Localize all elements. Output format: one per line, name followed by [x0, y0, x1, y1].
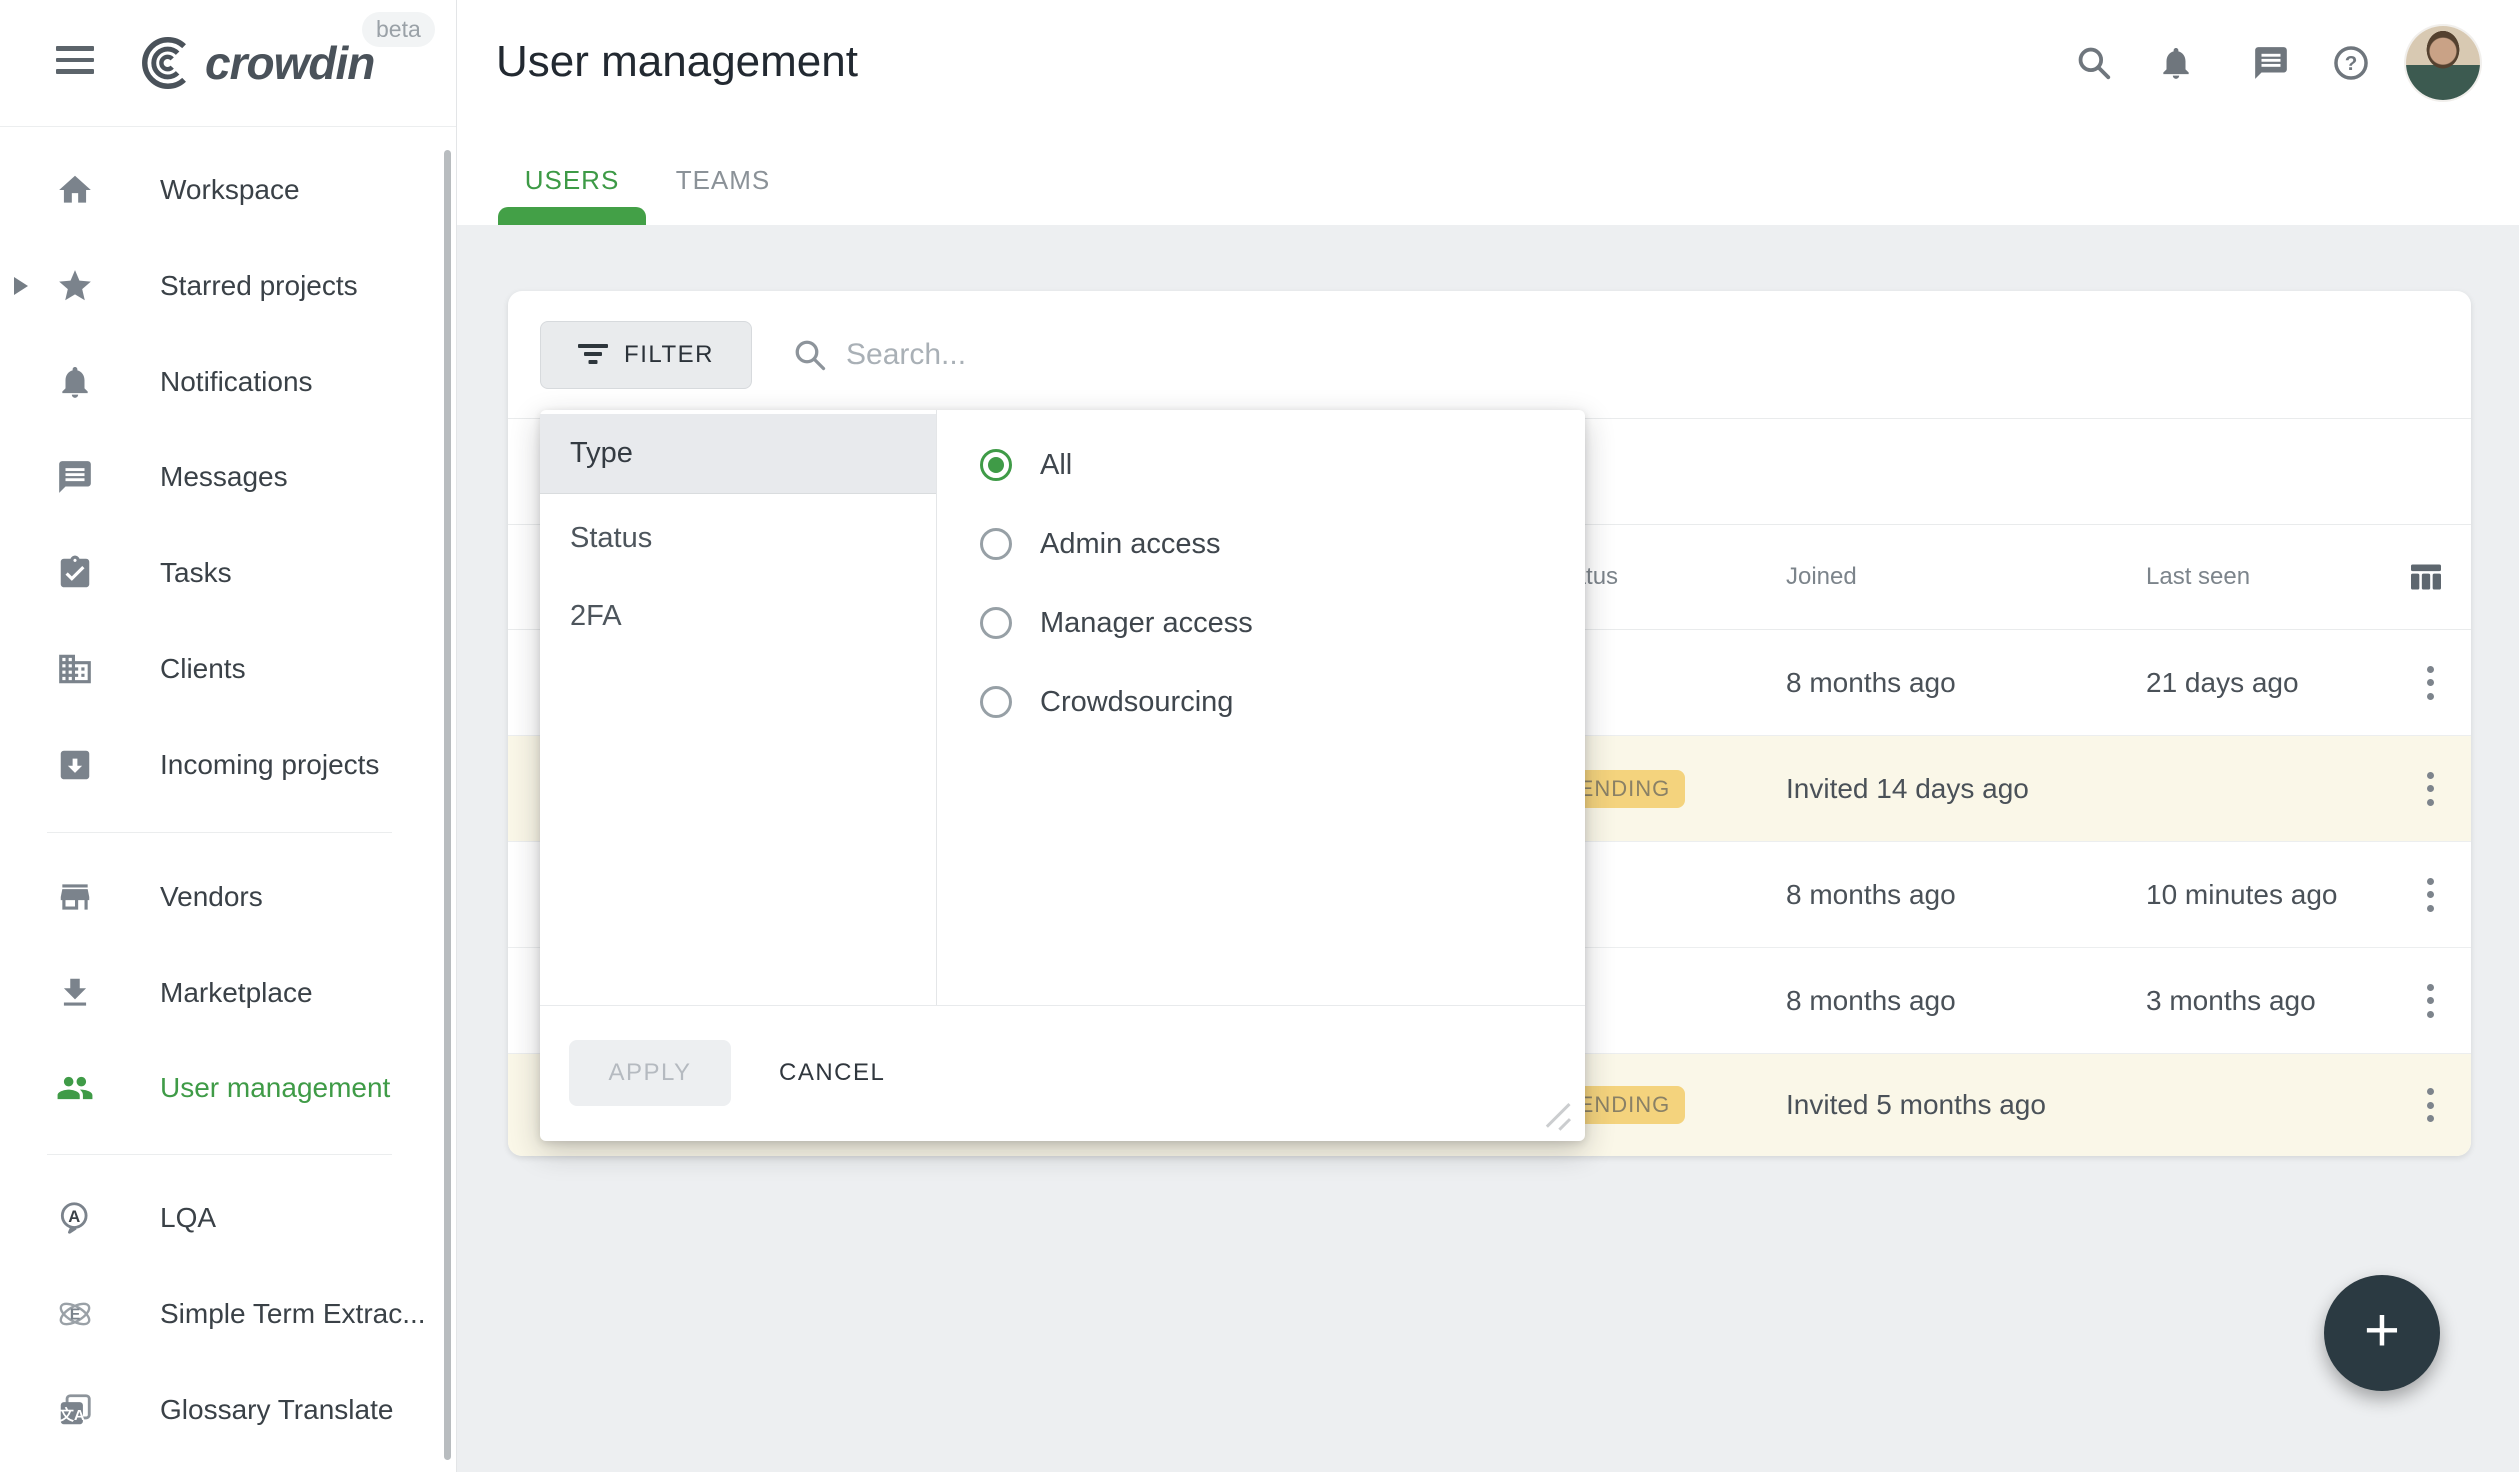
sidebar-item-simple-term-extractor[interactable]: E Simple Term Extrac...: [0, 1266, 456, 1362]
sidebar-item-lqa[interactable]: A LQA: [0, 1170, 456, 1266]
crowdin-logo[interactable]: crowdin: [135, 32, 374, 94]
lqa-icon: A: [56, 1199, 94, 1237]
sidebar-item-incoming-projects[interactable]: Incoming projects: [0, 717, 456, 813]
filter-category-type[interactable]: Type: [540, 414, 936, 494]
incoming-projects-icon: [56, 746, 94, 784]
sidebar-item-clients[interactable]: Clients: [0, 621, 456, 717]
store-icon: [56, 878, 94, 916]
help-icon[interactable]: ?: [2332, 44, 2370, 82]
sidebar-header: crowdin beta: [0, 0, 456, 127]
top-bar: User management ? USERS TEAMS: [457, 0, 2519, 225]
menu-icon[interactable]: [56, 46, 94, 80]
filter-category-status[interactable]: Status: [540, 498, 936, 578]
tasks-icon: [56, 554, 94, 592]
beta-badge: beta: [362, 12, 435, 47]
row-menu-icon[interactable]: [2416, 666, 2444, 700]
radio-icon[interactable]: [980, 528, 1012, 560]
table-toolbar: FILTER: [508, 291, 2471, 419]
add-user-fab[interactable]: +: [2324, 1275, 2440, 1391]
cell-joined: 8 months ago: [1786, 985, 1956, 1017]
crowdin-logo-icon: [135, 32, 197, 94]
active-tab-indicator: [498, 207, 646, 226]
column-settings-icon[interactable]: [2406, 557, 2446, 597]
search-input[interactable]: [846, 338, 1486, 372]
column-header-joined: Joined: [1786, 563, 1857, 591]
cell-joined: 8 months ago: [1786, 879, 1956, 911]
page-title: User management: [496, 37, 858, 87]
filter-button[interactable]: FILTER: [540, 321, 752, 389]
svg-text:E: E: [70, 1307, 81, 1324]
panel-footer-divider: [540, 1005, 1585, 1006]
clients-icon: [56, 650, 94, 688]
sidebar: crowdin beta Workspace Starred projects …: [0, 0, 457, 1472]
sidebar-item-tasks[interactable]: Tasks: [0, 525, 456, 621]
sidebar-item-workspace[interactable]: Workspace: [0, 142, 456, 238]
avatar[interactable]: [2406, 26, 2480, 100]
home-icon: [56, 171, 94, 209]
cell-joined: 8 months ago: [1786, 667, 1956, 699]
cell-joined: Invited 5 months ago: [1786, 1089, 2046, 1121]
search-icon: [792, 337, 828, 373]
sidebar-item-user-management[interactable]: User management: [0, 1040, 456, 1136]
filter-option-all[interactable]: All: [980, 433, 1540, 497]
filter-option-admin-access[interactable]: Admin access: [980, 512, 1540, 576]
sidebar-item-notifications[interactable]: Notifications: [0, 334, 456, 430]
sidebar-item-marketplace[interactable]: Marketplace: [0, 945, 456, 1041]
column-header-last-seen: Last seen: [2146, 563, 2250, 591]
cell-last-seen: 10 minutes ago: [2146, 879, 2337, 911]
apply-button[interactable]: APPLY: [569, 1040, 731, 1106]
plus-icon: +: [2364, 1300, 2400, 1362]
term-extractor-icon: E: [56, 1295, 94, 1333]
people-icon: [56, 1069, 94, 1107]
notifications-icon[interactable]: [2157, 44, 2195, 82]
bell-icon: [56, 363, 94, 401]
radio-icon[interactable]: [980, 607, 1012, 639]
cell-joined: Invited 14 days ago: [1786, 773, 2029, 805]
row-menu-icon[interactable]: [2416, 772, 2444, 806]
filter-option-crowdsourcing[interactable]: Crowdsourcing: [980, 670, 1540, 734]
svg-text:A: A: [68, 1207, 80, 1226]
star-icon: [56, 267, 94, 305]
sidebar-item-glossary-translate[interactable]: 文A Glossary Translate: [0, 1362, 456, 1458]
sidebar-item-starred-projects[interactable]: Starred projects: [0, 238, 456, 334]
panel-divider: [936, 410, 937, 1005]
resize-handle[interactable]: [1540, 1098, 1578, 1136]
radio-selected-icon[interactable]: [980, 449, 1012, 481]
filter-category-2fa[interactable]: 2FA: [540, 576, 936, 656]
filter-icon: [578, 344, 608, 366]
glossary-translate-icon: 文A: [56, 1391, 94, 1429]
filter-option-manager-access[interactable]: Manager access: [980, 591, 1540, 655]
sidebar-scrollbar[interactable]: [444, 150, 451, 1460]
expand-caret-icon[interactable]: [14, 277, 28, 295]
sidebar-divider: [47, 832, 392, 833]
message-icon: [56, 458, 94, 496]
sidebar-item-vendors[interactable]: Vendors: [0, 849, 456, 945]
search-icon[interactable]: [2075, 44, 2113, 82]
row-menu-icon[interactable]: [2416, 1088, 2444, 1122]
cell-last-seen: 21 days ago: [2146, 667, 2299, 699]
radio-icon[interactable]: [980, 686, 1012, 718]
tab-teams[interactable]: TEAMS: [650, 152, 796, 208]
svg-text:?: ?: [2345, 52, 2358, 75]
svg-text:文A: 文A: [59, 1406, 85, 1424]
row-menu-icon[interactable]: [2416, 878, 2444, 912]
chat-icon[interactable]: [2252, 44, 2290, 82]
page-root: User management ? USERS TEAMS FILTER: [0, 0, 2519, 1472]
cell-last-seen: 3 months ago: [2146, 985, 2316, 1017]
sidebar-item-messages[interactable]: Messages: [0, 429, 456, 525]
filter-dropdown-panel: Type Status 2FA All Admin access Manager…: [540, 410, 1585, 1141]
row-menu-icon[interactable]: [2416, 984, 2444, 1018]
sidebar-divider: [47, 1154, 392, 1155]
cancel-button[interactable]: CANCEL: [765, 1040, 899, 1106]
tab-users[interactable]: USERS: [498, 152, 646, 208]
download-icon: [56, 974, 94, 1012]
